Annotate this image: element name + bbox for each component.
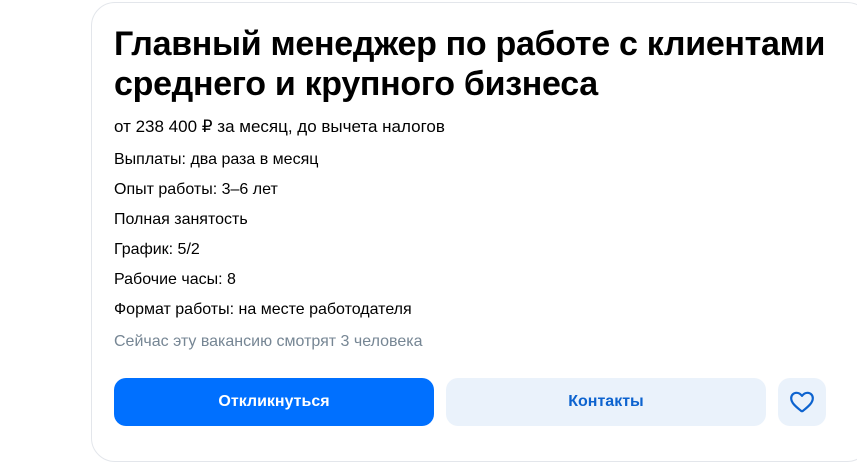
viewers-count-text: Сейчас эту вакансию смотрят 3 человека	[114, 333, 423, 350]
detail-employment: Полная занятость	[114, 211, 248, 228]
vacancy-salary: от 238 400 ₽ за месяц, до вычета налогов	[114, 117, 445, 136]
detail-work-format: Формат работы: на месте работодателя	[114, 301, 412, 318]
detail-schedule: График: 5/2	[114, 241, 200, 258]
heart-outline-icon	[790, 391, 814, 413]
detail-work-hours: Рабочие часы: 8	[114, 271, 236, 288]
contacts-button[interactable]: Контакты	[446, 378, 766, 426]
detail-payments: Выплаты: два раза в месяц	[114, 151, 319, 168]
detail-experience: Опыт работы: 3–6 лет	[114, 181, 278, 198]
favorite-button[interactable]	[778, 378, 826, 426]
vacancy-title: Главный менеджер по работе с клиентами с…	[114, 25, 826, 103]
apply-button[interactable]: Откликнуться	[114, 378, 434, 426]
vacancy-details-list: Выплаты: два раза в месяц Опыт работы: 3…	[114, 150, 412, 330]
